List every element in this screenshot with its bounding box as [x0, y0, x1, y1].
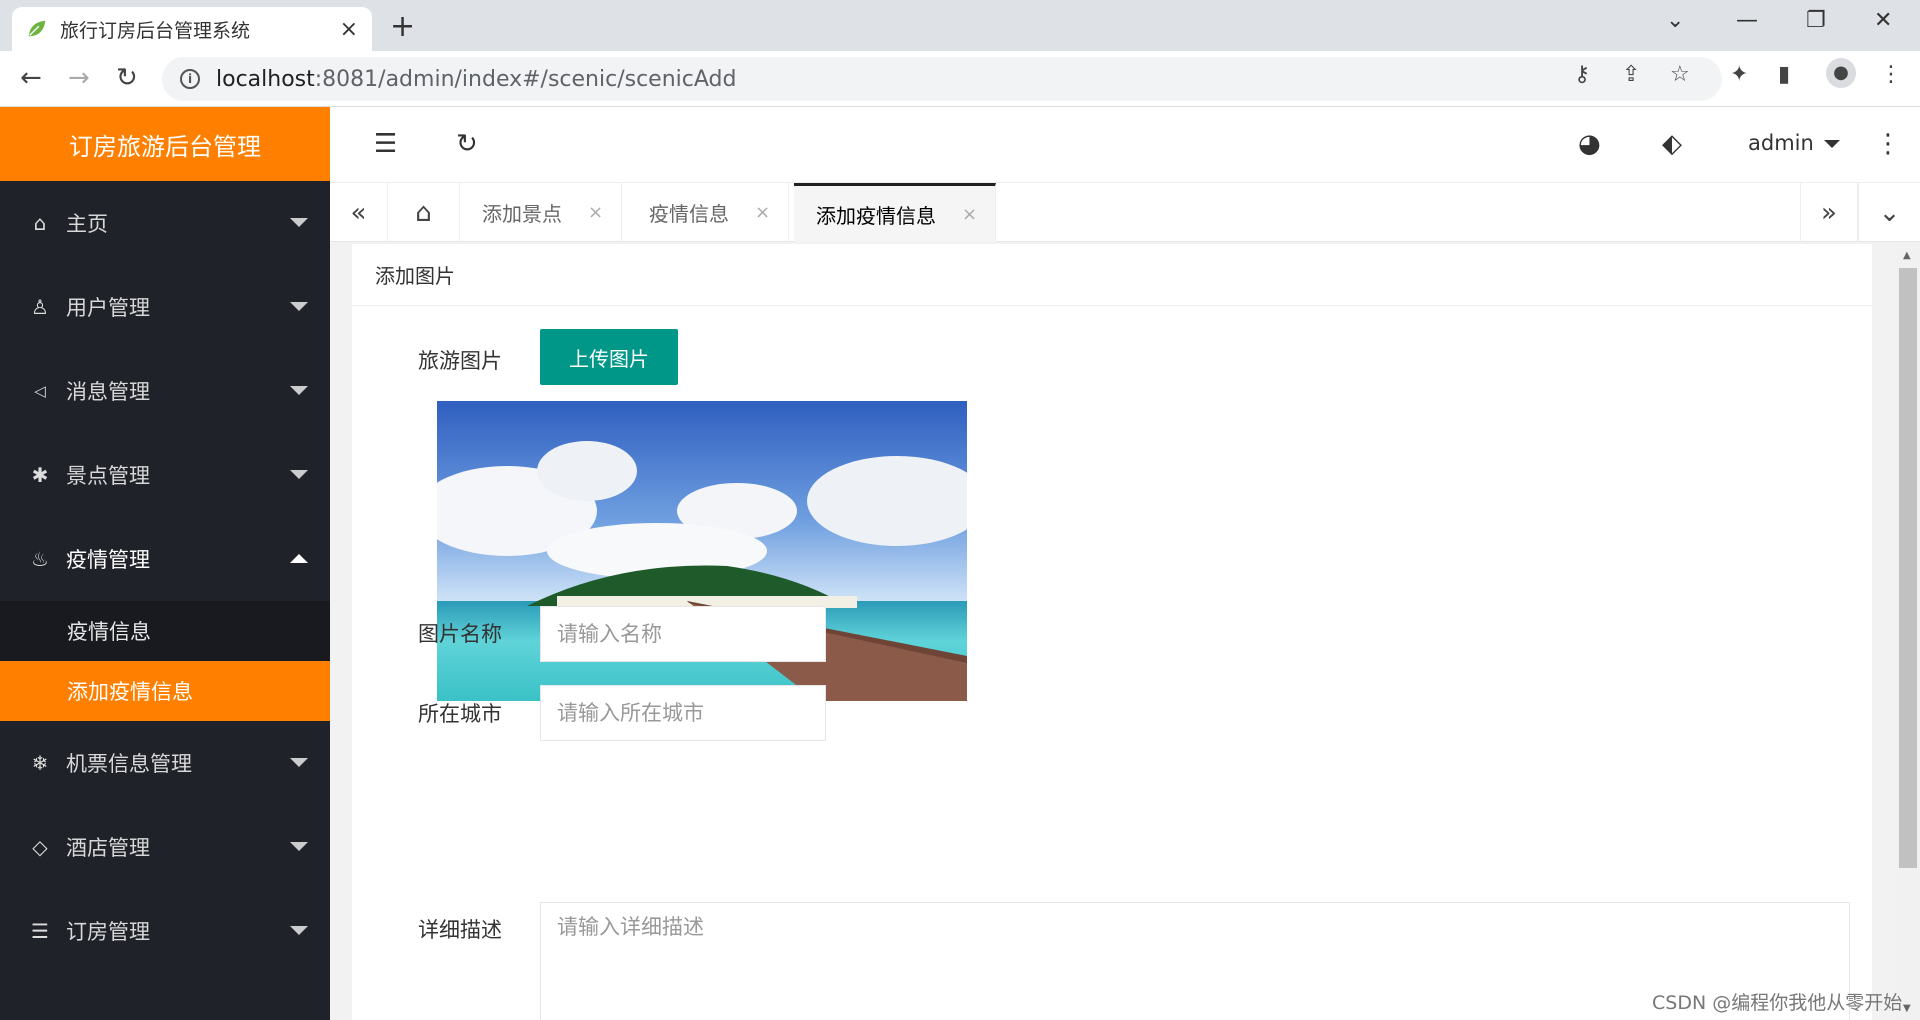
profile-icon[interactable]: ● [1826, 58, 1856, 88]
sidebar-item-home[interactable]: ⌂ 主页 [0, 181, 330, 265]
sidebar-item-hotels[interactable]: ◇ 酒店管理 [0, 805, 330, 889]
user-name: admin [1748, 131, 1814, 155]
scroll-up-icon[interactable]: ▲ [1903, 250, 1911, 261]
sidebar-item-bookings[interactable]: ☰ 订房管理 [0, 889, 330, 973]
tab-label: 添加景点 [482, 202, 562, 226]
sidebar-item-label: 机票信息管理 [66, 752, 192, 776]
city-label: 所在城市 [418, 702, 502, 726]
sidebar-item-label: 用户管理 [66, 296, 150, 320]
scroll-down-icon[interactable]: ▼ [1903, 1003, 1911, 1014]
back-icon[interactable]: ← [20, 63, 42, 93]
epidemic-submenu: 疫情信息 添加疫情信息 [0, 601, 330, 721]
star-icon[interactable]: ☆ [1670, 62, 1690, 87]
diamond-icon: ◇ [32, 835, 48, 859]
sidebar-item-scenic[interactable]: ✱ 景点管理 [0, 433, 330, 517]
sidebar: 订房旅游后台管理 ⌂ 主页 ♙ 用户管理 ◁ 消息管理 ✱ 景点管理 ♨ 疫情管… [0, 107, 330, 1020]
caret-down-icon [290, 386, 308, 395]
chevron-down-icon[interactable]: ⌄ [1666, 8, 1684, 33]
reload-icon[interactable]: ↻ [116, 63, 138, 93]
tab-label: 添加疫情信息 [816, 203, 936, 228]
close-icon[interactable]: × [755, 202, 770, 223]
caret-down-icon [290, 470, 308, 479]
image-label: 旅游图片 [418, 349, 502, 373]
sidebar-item-label: 消息管理 [66, 380, 150, 404]
sidepanel-icon[interactable]: ▮ [1778, 62, 1790, 87]
caret-up-icon [290, 554, 308, 563]
tabs-scroll-left-icon[interactable]: « [330, 183, 388, 242]
watermark: CSDN @编程你我他从零开始 [1652, 992, 1903, 1014]
extensions-icon[interactable]: ✦ [1730, 62, 1748, 87]
caret-down-icon [290, 758, 308, 767]
city-input[interactable] [540, 685, 826, 741]
tab-home[interactable]: ⌂ [388, 183, 460, 242]
caret-down-icon [290, 218, 308, 227]
sidebar-subitem-add-epidemic[interactable]: 添加疫情信息 [0, 661, 330, 721]
name-input[interactable] [540, 606, 826, 662]
browser-tab[interactable]: 旅行订房后台管理系统 × [12, 7, 372, 51]
page-tabs: « ⌂ 添加景点 × 疫情信息 × 添加疫情信息 × » ⌄ [330, 182, 1920, 242]
sidebar-item-label: 疫情管理 [66, 548, 150, 572]
url-field[interactable]: i localhost:8081/admin/index#/scenic/sce… [162, 57, 1722, 101]
user-menu[interactable]: admin [1748, 131, 1840, 155]
description-label: 详细描述 [418, 918, 502, 942]
url-text: localhost:8081/admin/index#/scenic/sceni… [216, 66, 737, 92]
sidebar-subitem-epidemic-info[interactable]: 疫情信息 [0, 601, 330, 661]
close-tab-icon[interactable]: × [340, 17, 358, 42]
tab-epidemic-info[interactable]: 疫情信息 × [627, 183, 790, 242]
leaf-icon [28, 20, 46, 37]
refresh-icon[interactable]: ↻ [456, 129, 478, 159]
tabs-scroll-right-icon[interactable]: » [1800, 183, 1858, 242]
browser-tab-title: 旅行订房后台管理系统 [60, 19, 251, 42]
sidebar-item-label: 主页 [66, 212, 108, 236]
share-icon[interactable]: ⇪ [1622, 62, 1640, 87]
user-icon: ♙ [31, 295, 49, 319]
tabs-dropdown-icon[interactable]: ⌄ [1858, 183, 1920, 242]
minimize-icon[interactable]: — [1736, 8, 1758, 33]
app-logo[interactable]: 订房旅游后台管理 [0, 107, 330, 181]
window-close-icon[interactable]: ✕ [1874, 8, 1892, 33]
speaker-icon: ◁ [34, 382, 46, 400]
sidebar-item-epidemic[interactable]: ♨ 疫情管理 [0, 517, 330, 601]
upload-image-button[interactable]: 上传图片 [540, 329, 678, 385]
top-header: ☰ ↻ ◕ ⬖ admin ⋮ [330, 107, 1920, 182]
browser-menu-icon[interactable]: ⋮ [1880, 62, 1902, 87]
caret-down-icon [1823, 140, 1840, 148]
home-icon: ⌂ [415, 197, 432, 228]
forward-icon[interactable]: → [68, 63, 90, 93]
caret-down-icon [290, 842, 308, 851]
collapse-menu-icon[interactable]: ☰ [374, 129, 397, 159]
sidebar-item-label: 酒店管理 [66, 836, 150, 860]
sidebar-item-messages[interactable]: ◁ 消息管理 [0, 349, 330, 433]
snowflake-icon: ❄ [31, 751, 49, 775]
sidebar-item-users[interactable]: ♙ 用户管理 [0, 265, 330, 349]
home-icon: ⌂ [33, 211, 47, 235]
tag-icon[interactable]: ⬖ [1662, 129, 1682, 159]
close-icon[interactable]: × [588, 202, 603, 223]
palm-icon: ✱ [31, 463, 49, 487]
caret-down-icon [290, 302, 308, 311]
card-title: 添加图片 [352, 244, 1872, 306]
key-icon[interactable]: ⚷ [1574, 62, 1590, 87]
name-label: 图片名称 [418, 622, 502, 646]
info-icon[interactable]: i [180, 69, 200, 89]
sidebar-item-flights[interactable]: ❄ 机票信息管理 [0, 721, 330, 805]
tab-add-scenic[interactable]: 添加景点 × [460, 183, 623, 242]
list-icon: ☰ [31, 919, 49, 943]
caret-down-icon [290, 926, 308, 935]
sidebar-item-label: 景点管理 [66, 464, 150, 488]
browser-tab-bar: 旅行订房后台管理系统 × + ⌄ — ❐ ✕ [0, 0, 1920, 51]
tab-add-epidemic[interactable]: 添加疫情信息 × [794, 183, 997, 242]
restore-icon[interactable]: ❐ [1806, 8, 1826, 33]
content-card: 添加图片 旅游图片 上传图片 图片名称 所在城市 详 [352, 244, 1872, 1020]
palette-icon[interactable]: ◕ [1578, 129, 1601, 159]
address-bar: ← → ↻ i localhost:8081/admin/index#/scen… [0, 51, 1920, 107]
close-icon[interactable]: × [962, 204, 977, 225]
tab-label: 疫情信息 [649, 202, 729, 226]
fire-icon: ♨ [31, 547, 49, 571]
sidebar-item-label: 订房管理 [66, 920, 150, 944]
more-icon[interactable]: ⋮ [1875, 129, 1901, 159]
scrollbar-thumb[interactable] [1899, 268, 1917, 868]
new-tab-icon[interactable]: + [390, 9, 415, 44]
